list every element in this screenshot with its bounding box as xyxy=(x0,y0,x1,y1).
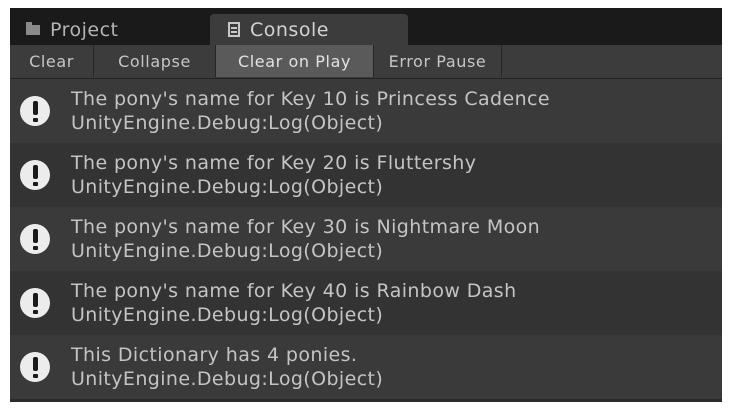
folder-icon xyxy=(26,21,40,35)
log-entry[interactable]: The pony's name for Key 10 is Princess C… xyxy=(10,79,722,143)
log-message: This Dictionary has 4 ponies. xyxy=(71,344,358,366)
log-source: UnityEngine.Debug:Log(Object) xyxy=(71,112,384,134)
console-toolbar: Clear Collapse Clear on Play Error Pause xyxy=(10,45,722,79)
console-window: Project Console Clear Collapse Clear on … xyxy=(10,8,722,402)
warning-icon xyxy=(20,224,50,254)
warning-icon xyxy=(20,96,50,126)
warning-icon xyxy=(20,160,50,190)
log-message: The pony's name for Key 30 is Nightmare … xyxy=(71,216,541,238)
log-source: UnityEngine.Debug:Log(Object) xyxy=(71,368,384,390)
console-icon xyxy=(228,22,240,37)
log-list: The pony's name for Key 10 is Princess C… xyxy=(10,79,722,399)
log-entry[interactable]: The pony's name for Key 30 is Nightmare … xyxy=(10,207,722,271)
tab-bar: Project Console xyxy=(10,8,722,45)
clear-on-play-toggle[interactable]: Clear on Play xyxy=(216,45,374,77)
log-entry[interactable]: This Dictionary has 4 ponies. UnityEngin… xyxy=(10,335,722,399)
log-entry[interactable]: The pony's name for Key 40 is Rainbow Da… xyxy=(10,271,722,335)
log-source: UnityEngine.Debug:Log(Object) xyxy=(71,304,384,326)
tab-project[interactable]: Project xyxy=(16,14,206,45)
log-message: The pony's name for Key 40 is Rainbow Da… xyxy=(71,280,517,302)
error-pause-toggle[interactable]: Error Pause xyxy=(374,45,502,77)
log-message: The pony's name for Key 20 is Fluttershy xyxy=(71,152,477,174)
warning-icon xyxy=(20,352,50,382)
collapse-toggle[interactable]: Collapse xyxy=(94,45,216,77)
warning-icon xyxy=(20,288,50,318)
log-message: The pony's name for Key 10 is Princess C… xyxy=(71,88,550,110)
log-entry[interactable]: The pony's name for Key 20 is Fluttershy… xyxy=(10,143,722,207)
log-source: UnityEngine.Debug:Log(Object) xyxy=(71,176,384,198)
tab-console-label: Console xyxy=(250,18,329,41)
clear-button[interactable]: Clear xyxy=(10,45,94,77)
tab-console[interactable]: Console xyxy=(210,14,408,45)
log-source: UnityEngine.Debug:Log(Object) xyxy=(71,240,384,262)
tab-project-label: Project xyxy=(50,18,119,41)
